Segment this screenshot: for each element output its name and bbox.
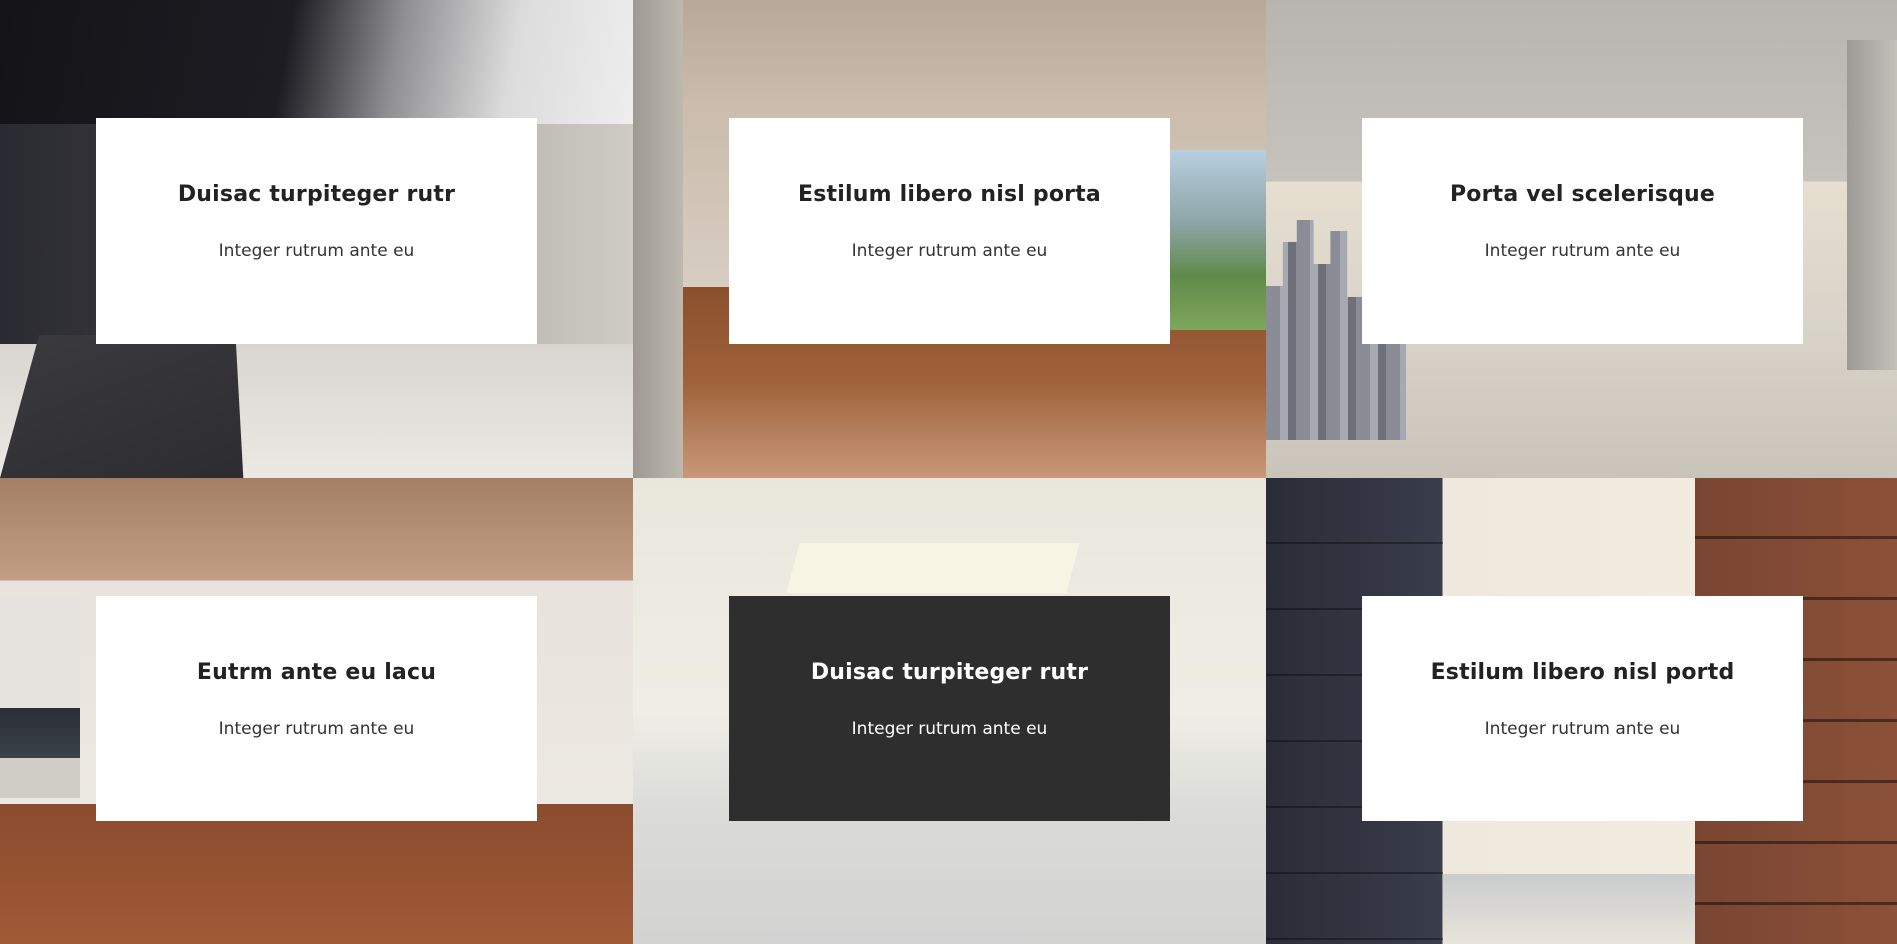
tile-image-right-wall bbox=[1847, 40, 1897, 370]
gallery-tile-2[interactable]: Estilum libero nisl porta Integer rutrum… bbox=[633, 0, 1266, 478]
card-subtitle: Integer rutrum ante eu bbox=[1484, 719, 1681, 739]
tile-image-ceiling bbox=[0, 0, 633, 125]
tile-image-kitchen bbox=[0, 598, 80, 798]
card-title: Estilum libero nisl portd bbox=[1430, 660, 1735, 685]
card-title: Estilum libero nisl porta bbox=[798, 182, 1101, 207]
gallery-tile-5[interactable]: Duisac turpiteger rutr Integer rutrum an… bbox=[633, 478, 1266, 944]
gallery-grid: Duisac turpiteger rutr Integer rutrum an… bbox=[0, 0, 1897, 944]
card-subtitle: Integer rutrum ante eu bbox=[218, 719, 415, 739]
gallery-tile-1[interactable]: Duisac turpiteger rutr Integer rutrum an… bbox=[0, 0, 633, 478]
tile-card-2[interactable]: Estilum libero nisl porta Integer rutrum… bbox=[729, 118, 1170, 344]
tile-card-4[interactable]: Eutrm ante eu lacu Integer rutrum ante e… bbox=[96, 596, 537, 821]
tile-image-left-wall bbox=[633, 0, 683, 478]
tile-card-6[interactable]: Estilum libero nisl portd Integer rutrum… bbox=[1362, 596, 1803, 821]
tile-image-window-view bbox=[1160, 150, 1266, 330]
card-subtitle: Integer rutrum ante eu bbox=[851, 241, 1048, 261]
gallery-tile-6[interactable]: Estilum libero nisl portd Integer rutrum… bbox=[1266, 478, 1897, 944]
card-title: Duisac turpiteger rutr bbox=[177, 182, 456, 207]
tile-card-5-active[interactable]: Duisac turpiteger rutr Integer rutrum an… bbox=[729, 596, 1170, 821]
tile-card-1[interactable]: Duisac turpiteger rutr Integer rutrum an… bbox=[96, 118, 537, 344]
tile-card-3[interactable]: Porta vel scelerisque Integer rutrum ant… bbox=[1362, 118, 1803, 344]
gallery-tile-4[interactable]: Eutrm ante eu lacu Integer rutrum ante e… bbox=[0, 478, 633, 944]
tile-image-floor bbox=[1442, 874, 1696, 944]
card-title: Porta vel scelerisque bbox=[1449, 182, 1716, 207]
tile-image-skylight bbox=[786, 543, 1080, 593]
card-subtitle: Integer rutrum ante eu bbox=[218, 241, 415, 261]
card-title: Eutrm ante eu lacu bbox=[196, 660, 437, 685]
gallery-tile-3[interactable]: Porta vel scelerisque Integer rutrum ant… bbox=[1266, 0, 1897, 478]
card-subtitle: Integer rutrum ante eu bbox=[1484, 241, 1681, 261]
card-title: Duisac turpiteger rutr bbox=[810, 660, 1089, 685]
card-subtitle: Integer rutrum ante eu bbox=[851, 719, 1048, 739]
